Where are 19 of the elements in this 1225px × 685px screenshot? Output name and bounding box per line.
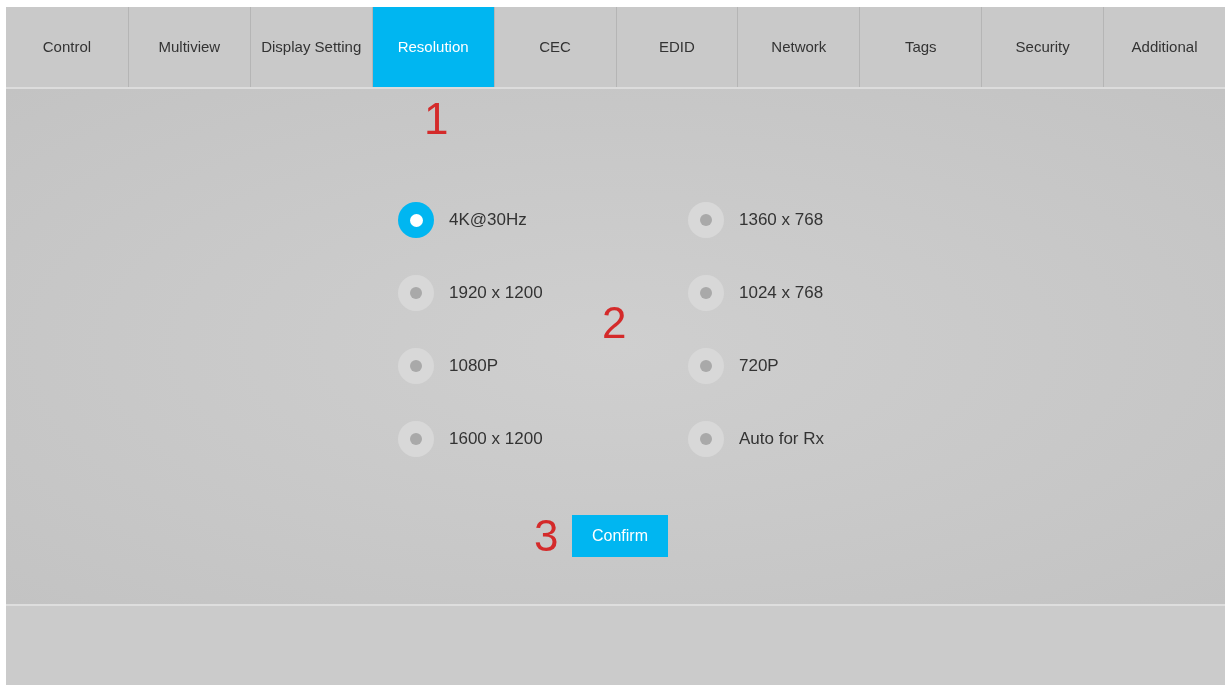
radio-button[interactable] <box>688 348 724 384</box>
radio-button[interactable] <box>398 348 434 384</box>
radio-button[interactable] <box>688 202 724 238</box>
radio-label: 720P <box>739 355 779 378</box>
radio-label: 4K@30Hz <box>449 209 527 232</box>
radio-button[interactable] <box>688 275 724 311</box>
annotation-number: 3 <box>534 514 559 558</box>
radio-button[interactable] <box>398 202 434 238</box>
annotation-number: 1 <box>424 97 449 141</box>
annotation-number: 2 <box>602 301 627 345</box>
radio-label: 1080P <box>449 355 499 378</box>
radio-button[interactable] <box>398 275 434 311</box>
radio-button[interactable] <box>398 421 434 457</box>
radio-label: 1024 x 768 <box>739 282 824 305</box>
radio-label: 1360 x 768 <box>739 209 824 232</box>
radio-button[interactable] <box>688 421 724 457</box>
radio-label: 1600 x 1200 <box>449 428 543 451</box>
radio-label: 1920 x 1200 <box>449 282 543 305</box>
radio-label: Auto for Rx <box>739 428 825 451</box>
